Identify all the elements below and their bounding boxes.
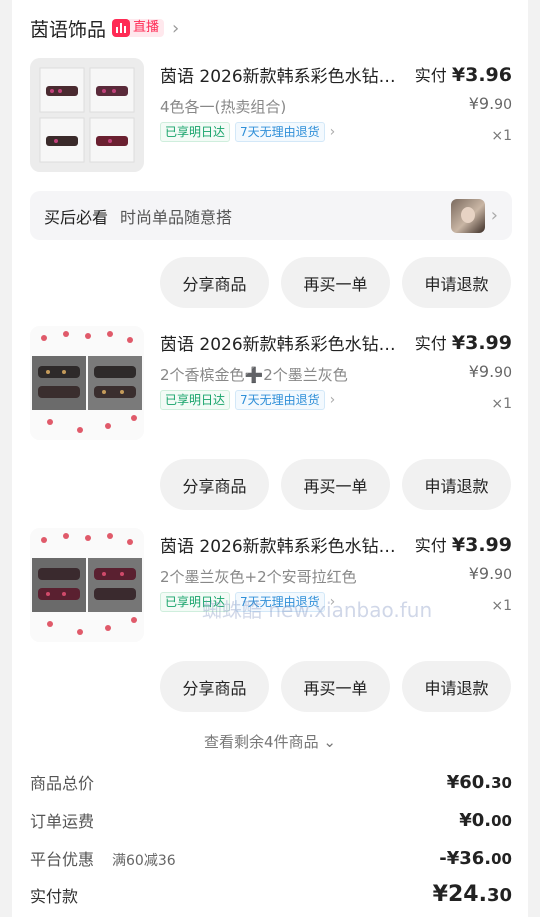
shop-name[interactable]: 茵语饰品 — [30, 15, 106, 42]
shipping-row: 订单运费 ¥0.00 — [30, 808, 512, 832]
goods-total-row: 商品总价 ¥60.30 — [30, 770, 512, 794]
product-image[interactable] — [30, 58, 144, 172]
product-image[interactable] — [30, 528, 144, 642]
actual-paid-value: ¥24.30 — [432, 882, 512, 907]
product-image[interactable] — [30, 326, 144, 440]
rebuy-button[interactable]: 再买一单 — [281, 661, 390, 712]
live-label: 直播 — [129, 19, 165, 37]
product-title[interactable]: 茵语 2026新款韩系彩色水钻发夹 — [160, 532, 408, 557]
original-price: ¥9.90 — [468, 362, 512, 381]
platform-discount-value: -¥36.00 — [439, 847, 512, 869]
quantity: ×1 — [491, 396, 512, 412]
item-actions: 分享商品 再买一单 申请退款 — [160, 257, 511, 308]
order-card: 茵语饰品 直播 › 茵语 2026新款韩系彩色水钻发夹 4色各一(热卖组合) 已… — [12, 0, 528, 917]
notice-key: 买后必看 — [44, 207, 109, 227]
live-icon — [112, 19, 131, 37]
product-spec: 2个墨兰灰色+2个安哥拉红色 — [160, 568, 357, 586]
discount-rule: 满60减36 — [112, 853, 176, 869]
chevron-right-icon[interactable]: › — [172, 18, 179, 39]
actual-paid-label: 实付款 — [30, 886, 79, 906]
next-day-tag: 已享明日达 — [160, 390, 231, 410]
share-button[interactable]: 分享商品 — [160, 661, 269, 712]
goods-total-label: 商品总价 — [30, 774, 95, 793]
watermark: 蜘蛛酷 new.xianbao.fun — [202, 598, 433, 622]
chevron-right-icon[interactable]: › — [330, 392, 336, 408]
shipping-label: 订单运费 — [30, 812, 95, 831]
original-price: ¥9.90 — [468, 564, 512, 583]
after-sale-notice[interactable]: 买后必看 时尚单品随意搭 › — [30, 191, 512, 240]
quantity: ×1 — [491, 598, 512, 614]
paid-price: 实付 ¥3.96 — [414, 64, 512, 86]
rebuy-button[interactable]: 再买一单 — [281, 257, 390, 308]
original-price: ¥9.90 — [468, 94, 512, 113]
service-tags[interactable]: 已享明日达 7天无理由退货 › — [160, 390, 335, 410]
rebuy-button[interactable]: 再买一单 — [281, 459, 390, 510]
product-title[interactable]: 茵语 2026新款韩系彩色水钻发夹 — [160, 62, 408, 87]
goods-total-value: ¥60.30 — [446, 771, 512, 793]
next-day-tag: 已享明日达 — [160, 122, 231, 142]
product-spec: 2个香槟金色➕2个墨兰灰色 — [160, 366, 348, 384]
product-spec: 4色各一(热卖组合) — [160, 98, 287, 116]
return-tag: 7天无理由退货 — [235, 122, 325, 142]
chevron-right-icon[interactable]: › — [330, 124, 336, 140]
shipping-value: ¥0.00 — [459, 809, 512, 831]
share-button[interactable]: 分享商品 — [160, 459, 269, 510]
service-tags[interactable]: 已享明日达 7天无理由退货 › — [160, 122, 335, 142]
product-item[interactable]: 茵语 2026新款韩系彩色水钻发夹 2个墨兰灰色+2个安哥拉红色 已享明日达 7… — [30, 528, 512, 644]
quantity: ×1 — [491, 128, 512, 144]
refund-button[interactable]: 申请退款 — [402, 459, 511, 510]
notice-thumbnail — [450, 198, 485, 233]
shop-header[interactable]: 茵语饰品 直播 › — [30, 14, 179, 42]
product-title[interactable]: 茵语 2026新款韩系彩色水钻发夹 — [160, 330, 408, 355]
product-item[interactable]: 茵语 2026新款韩系彩色水钻发夹 2个香槟金色➕2个墨兰灰色 已享明日达 7天… — [30, 326, 512, 442]
chevron-right-icon[interactable]: › — [491, 205, 498, 226]
paid-price: 实付 ¥3.99 — [414, 332, 512, 354]
notice-value: 时尚单品随意搭 — [120, 207, 233, 227]
actual-paid-row: 实付款 ¥24.30 — [30, 882, 512, 907]
refund-button[interactable]: 申请退款 — [402, 257, 511, 308]
share-button[interactable]: 分享商品 — [160, 257, 269, 308]
platform-discount-row: 平台优惠 满60减36 -¥36.00 — [30, 846, 512, 870]
item-actions: 分享商品 再买一单 申请退款 — [160, 459, 511, 510]
return-tag: 7天无理由退货 — [235, 390, 325, 410]
refund-button[interactable]: 申请退款 — [402, 661, 511, 712]
platform-discount-label: 平台优惠 满60减36 — [30, 850, 176, 869]
live-badge[interactable]: 直播 — [112, 19, 165, 37]
item-actions: 分享商品 再买一单 申请退款 — [160, 661, 511, 712]
view-more-items-button[interactable]: 查看剩余4件商品 ⌄ — [12, 731, 528, 752]
paid-price: 实付 ¥3.99 — [414, 534, 512, 556]
product-item[interactable]: 茵语 2026新款韩系彩色水钻发夹 4色各一(热卖组合) 已享明日达 7天无理由… — [30, 58, 512, 174]
